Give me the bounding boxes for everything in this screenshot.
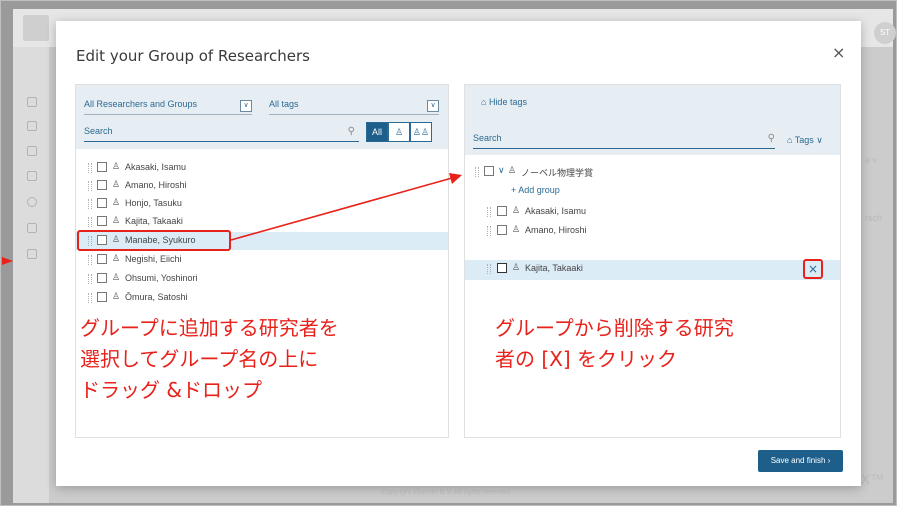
annotation-line: グループから削除する研究 [495, 316, 734, 340]
drag-arrow-icon [230, 173, 462, 241]
annotation-line: 者の [X] をクリック [495, 347, 678, 371]
annotation-line: ドラッグ &ドロップ [80, 378, 262, 402]
annotation-line: 選択してグループ名の上に [80, 347, 319, 371]
annotation-remove-instruction: グループから削除する研究 者の [X] をクリック [495, 313, 734, 375]
annotation-drag-instruction: グループに追加する研究者を 選択してグループ名の上に ドラッグ &ドロップ [80, 313, 339, 406]
annotation-line: グループに追加する研究者を [80, 316, 339, 340]
